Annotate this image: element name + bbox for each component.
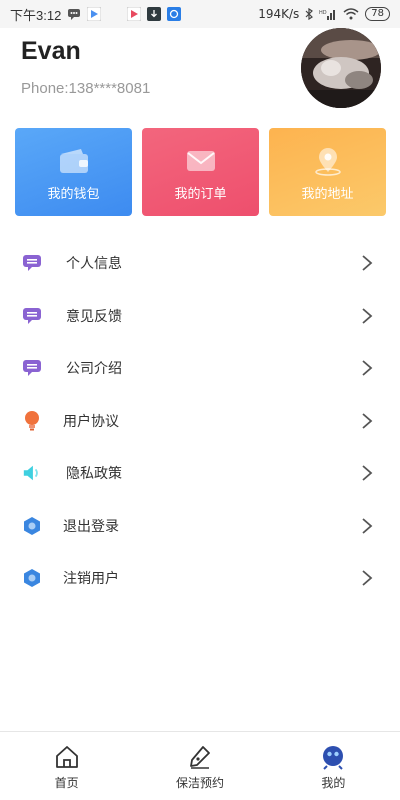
nav-tab-mine[interactable]: 我的 xyxy=(267,732,400,800)
avatar-image xyxy=(301,28,381,108)
address-card[interactable]: 我的地址 xyxy=(269,128,386,216)
mail-icon xyxy=(186,151,215,171)
network-speed: 194K/s xyxy=(258,7,300,21)
nav-tab-cleaning-booking[interactable]: 保洁预约 xyxy=(133,732,266,800)
app-notification-icon xyxy=(167,7,182,21)
menu-item-label: 退出登录 xyxy=(63,518,119,535)
user-phone: Phone:138****8081 xyxy=(21,80,151,97)
orders-card[interactable]: 我的订单 xyxy=(142,128,259,216)
menu-item-label: 注销用户 xyxy=(63,571,119,588)
play-store-icon-2 xyxy=(127,7,142,21)
chevron-right-icon xyxy=(362,413,373,429)
nav-tab-label: 保洁预约 xyxy=(175,776,224,790)
user-name: Evan xyxy=(21,37,81,65)
menu-item-label: 意见反馈 xyxy=(66,308,122,325)
nav-tab-home[interactable]: 首页 xyxy=(0,732,133,800)
nav-tab-label: 首页 xyxy=(54,776,79,790)
menu-item-user-agreement[interactable]: 用户协议 xyxy=(0,395,400,448)
avatar[interactable] xyxy=(301,28,381,108)
home-icon xyxy=(55,746,78,768)
menu-item-logout[interactable]: 退出登录 xyxy=(0,500,400,553)
bluetooth-icon xyxy=(305,8,314,20)
menu-item-label: 个人信息 xyxy=(66,256,122,273)
menu-item-label: 用户协议 xyxy=(63,413,119,430)
settings-menu: 个人信息 意见反馈 公司介绍 用户协议 隐私政策 退出登录 注销用户 xyxy=(0,237,400,605)
menu-item-feedback[interactable]: 意见反馈 xyxy=(0,290,400,343)
message-icon xyxy=(22,253,42,273)
message-icon xyxy=(22,358,42,378)
menu-item-personal-info[interactable]: 个人信息 xyxy=(0,237,400,290)
lightbulb-icon xyxy=(22,410,42,431)
chat-icon xyxy=(68,9,81,20)
wifi-icon xyxy=(343,8,359,20)
wallet-icon xyxy=(59,149,88,173)
menu-item-label: 隐私政策 xyxy=(66,466,122,483)
signal-icon: HD xyxy=(319,10,336,20)
location-pin-icon xyxy=(314,148,341,176)
status-time: 下午3:12 xyxy=(10,7,62,23)
menu-item-company-intro[interactable]: 公司介绍 xyxy=(0,342,400,395)
quick-cards: 我的钱包 我的订单 我的地址 xyxy=(15,128,386,216)
chevron-right-icon xyxy=(362,255,373,271)
menu-item-delete-account[interactable]: 注销用户 xyxy=(0,552,400,605)
address-card-label: 我的地址 xyxy=(301,187,354,202)
chevron-right-icon xyxy=(362,518,373,534)
download-icon xyxy=(147,7,162,21)
chevron-right-icon xyxy=(362,570,373,586)
bottom-nav: 首页 保洁预约 我的 xyxy=(0,731,400,800)
speaker-icon xyxy=(22,463,42,483)
wallet-card-label: 我的钱包 xyxy=(47,187,100,202)
message-icon xyxy=(22,306,42,326)
chevron-right-icon xyxy=(362,465,373,481)
battery-indicator: 78 xyxy=(365,7,390,21)
status-bar: 下午3:12 194K/s HD 78 xyxy=(0,0,400,28)
menu-item-label: 公司介绍 xyxy=(66,361,122,378)
play-store-icon xyxy=(87,7,102,21)
menu-item-privacy-policy[interactable]: 隐私政策 xyxy=(0,447,400,500)
chevron-right-icon xyxy=(362,308,373,324)
orders-card-label: 我的订单 xyxy=(174,187,227,202)
nav-tab-label: 我的 xyxy=(321,776,346,790)
hexagon-icon xyxy=(22,568,42,588)
svg-text:HD: HD xyxy=(319,10,327,16)
status-bar-left: 下午3:12 xyxy=(10,5,182,24)
hexagon-icon xyxy=(22,516,42,536)
status-bar-right: 194K/s HD 78 xyxy=(258,7,390,21)
pen-icon xyxy=(190,746,210,769)
profile-icon xyxy=(323,746,344,770)
chevron-right-icon xyxy=(362,360,373,376)
wallet-card[interactable]: 我的钱包 xyxy=(15,128,132,216)
